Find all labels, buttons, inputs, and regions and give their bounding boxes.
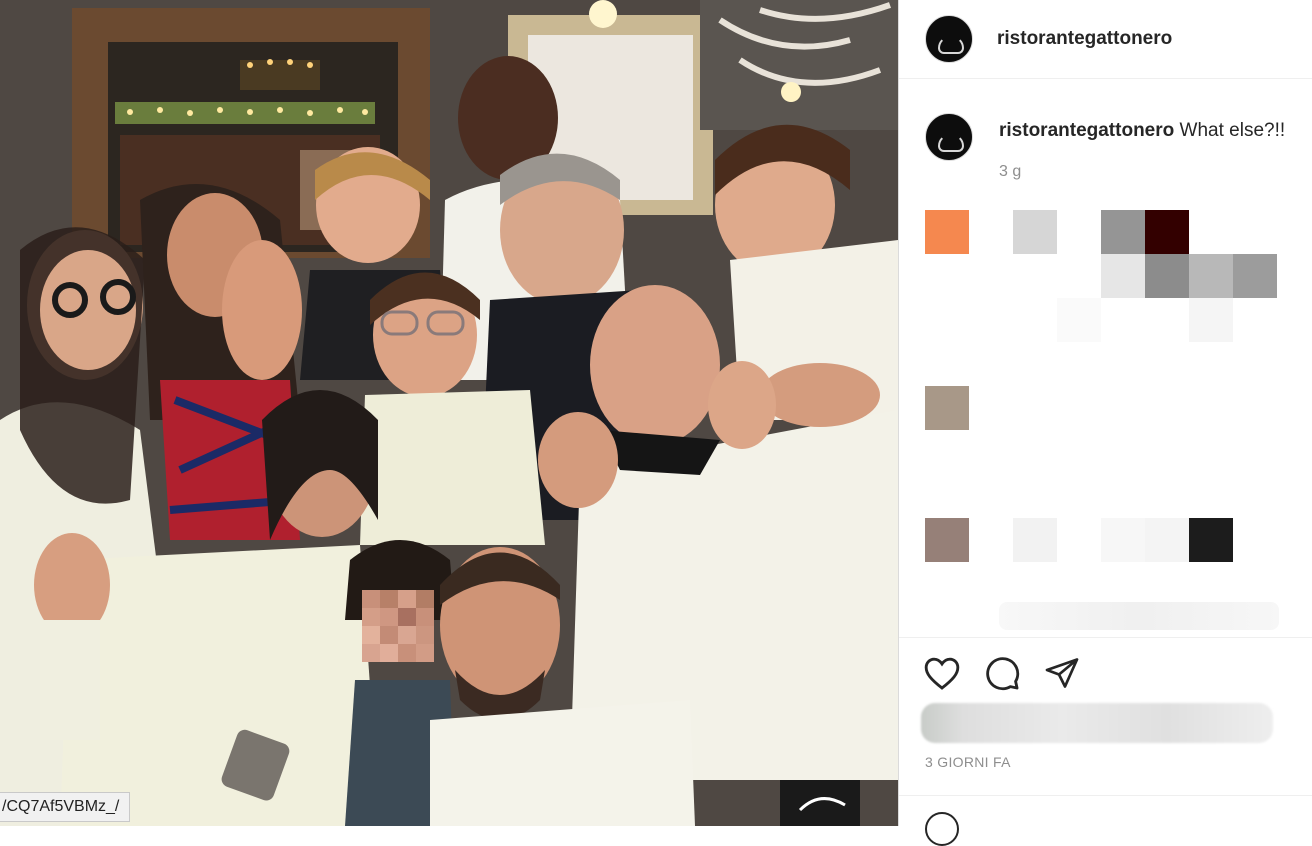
- caption-age[interactable]: 3 g: [999, 163, 1021, 181]
- heart-icon[interactable]: [921, 652, 963, 694]
- pixel-block: [1057, 298, 1101, 342]
- pixel-block: [1189, 298, 1233, 342]
- obscured-likes: [921, 703, 1273, 743]
- pixel-block: [1013, 210, 1057, 254]
- obscured-replies-row: [999, 602, 1279, 630]
- paper-plane-icon[interactable]: [1041, 652, 1083, 694]
- pixel-block: [925, 518, 969, 562]
- pixel-block: [925, 386, 969, 430]
- post-header: ristorantegattonero: [899, 0, 1312, 79]
- caption-avatar[interactable]: [925, 113, 973, 161]
- pixel-block: [1189, 254, 1233, 298]
- comment-box-divider: [899, 795, 1312, 796]
- actions-divider: [899, 637, 1312, 638]
- caption-username[interactable]: ristorantegattonero: [999, 120, 1174, 141]
- pixel-block: [1013, 518, 1057, 562]
- post-date[interactable]: 3 GIORNI FA: [925, 754, 1011, 770]
- profile-avatar[interactable]: [925, 15, 973, 63]
- pixel-block: [1233, 254, 1277, 298]
- emoji-icon[interactable]: [925, 812, 959, 846]
- link-status-tooltip: /CQ7Af5VBMz_/: [0, 792, 131, 822]
- pixel-block: [1145, 210, 1189, 254]
- pixel-block: [1145, 518, 1189, 562]
- post-photo[interactable]: /CQ7Af5VBMz_/: [0, 0, 898, 826]
- pixel-block: [1101, 210, 1145, 254]
- header-username[interactable]: ristorantegattonero: [997, 28, 1172, 50]
- pixel-block: [1101, 518, 1145, 562]
- caption-text: What else?!!: [1179, 120, 1286, 141]
- pixel-block: [925, 210, 969, 254]
- pixel-block: [1145, 254, 1189, 298]
- post-actions: [921, 652, 1083, 694]
- pixel-block: [1101, 254, 1145, 298]
- caption-text-row: ristorantegattonero What else?!!: [999, 120, 1285, 161]
- post-side-panel: ristorantegattonero ristorantegattonero …: [898, 0, 1312, 846]
- pixel-block: [1189, 518, 1233, 562]
- group-photo-image: [0, 0, 898, 826]
- post-caption: ristorantegattonero What else?!! 3 g: [925, 113, 1312, 180]
- comment-icon[interactable]: [981, 652, 1023, 694]
